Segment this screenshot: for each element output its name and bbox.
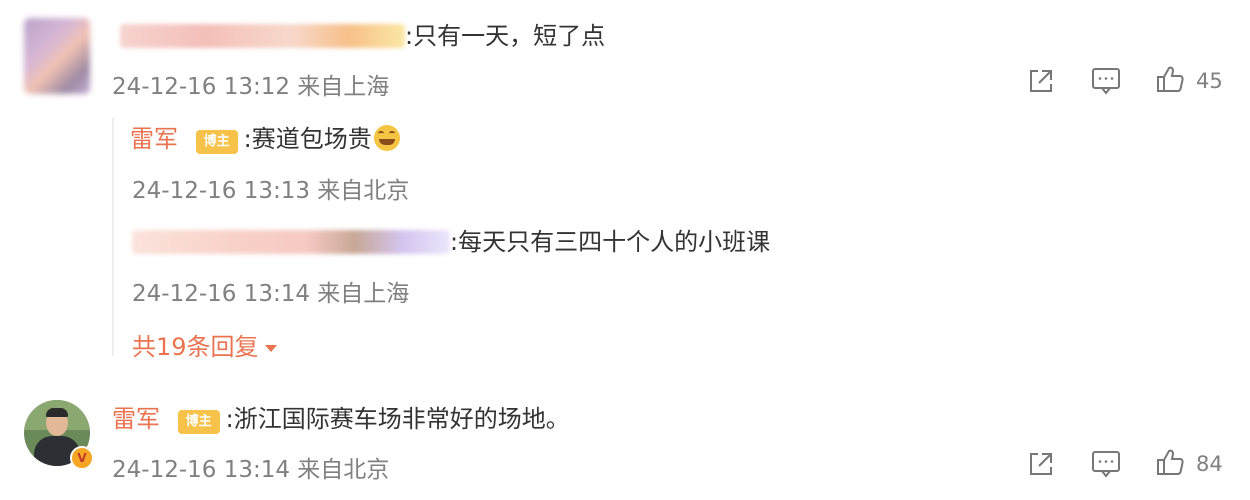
reply-timestamp: 24-12-16 13:14 来自上海	[132, 281, 410, 307]
blogger-badge: 博主	[195, 130, 238, 154]
reply-text: :每天只有三四十个人的小班课	[450, 228, 771, 256]
caret-down-icon	[264, 344, 277, 352]
like-count: 84	[1196, 452, 1223, 476]
like-icon[interactable]	[1155, 64, 1185, 94]
share-icon[interactable]	[1026, 449, 1056, 479]
reply-author[interactable]: 雷军	[130, 125, 178, 153]
share-icon[interactable]	[1026, 66, 1056, 96]
comment-icon[interactable]	[1090, 449, 1122, 479]
reply-text: :赛道包场贵	[243, 125, 372, 153]
comment-text: :浙江国际赛车场非常好的场地。	[225, 405, 570, 433]
username-blurred[interactable]	[120, 24, 405, 48]
reply-timestamp: 24-12-16 13:13 来自北京	[132, 178, 410, 204]
comment-icon[interactable]	[1090, 66, 1122, 96]
username-blurred[interactable]	[132, 230, 450, 254]
like-icon[interactable]	[1155, 447, 1185, 477]
avatar-blurred[interactable]	[24, 18, 90, 94]
comment-2: 雷军 博主:浙江国际赛车场非常好的场地。	[112, 404, 570, 434]
verified-badge-icon: V	[70, 446, 94, 470]
view-more-replies-link[interactable]: 共19条回复	[132, 332, 277, 362]
laughing-emoji-icon	[373, 125, 400, 151]
like-count: 45	[1196, 69, 1223, 93]
comment-timestamp: 24-12-16 13:12 来自上海	[112, 74, 390, 100]
comment-author[interactable]: 雷军	[112, 405, 160, 433]
comment-timestamp: 24-12-16 13:14 来自北京	[112, 457, 390, 483]
thread-line	[112, 118, 114, 356]
reply-1: 雷军 博主:赛道包场贵	[130, 124, 400, 154]
blogger-badge: 博主	[177, 410, 220, 434]
comment-text: :只有一天，短了点	[405, 22, 606, 50]
more-replies-label: 共19条回复	[132, 333, 259, 361]
